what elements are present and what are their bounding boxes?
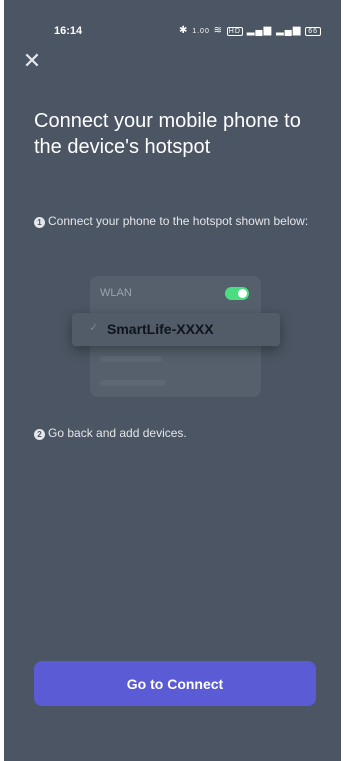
go-to-connect-button[interactable]: Go to Connect (34, 661, 316, 706)
hd-icon: HD (226, 27, 243, 36)
status-bar: 16:14 ✱ 1.00 ≋ HD ▂▄▆ ▂▄▆ 66 (4, 0, 341, 46)
step-text: Go back and add devices. (48, 426, 187, 440)
screen: 16:14 ✱ 1.00 ≋ HD ▂▄▆ ▂▄▆ 66 ✕ Connect y… (4, 0, 341, 761)
step-text: Connect your phone to the hotspot shown … (48, 214, 309, 228)
wlan-row: WLAN (90, 276, 261, 312)
status-icons: ✱ 1.00 ≋ HD ▂▄▆ ▂▄▆ 66 (179, 25, 321, 36)
step-2: 2 Go back and add devices. (34, 425, 314, 441)
check-icon: ✓ (89, 322, 99, 334)
step-number-badge: 2 (34, 429, 45, 440)
signal-icon: ▂▄▆ (246, 25, 273, 36)
toggle-knob (238, 289, 247, 298)
signal-icon: ▂▄▆ (275, 25, 302, 36)
hotspot-ssid-row: ✓ SmartLife-XXXX (72, 313, 280, 346)
wifi-icon: ≋ (213, 25, 224, 36)
battery-level: 66 (308, 28, 318, 35)
step-1: 1 Connect your phone to the hotspot shown… (34, 213, 314, 229)
data-speed-value: 1.00 (192, 28, 210, 35)
page-title: Connect your mobile phone to the device'… (34, 110, 301, 158)
bluetooth-icon: ✱ (179, 25, 189, 36)
placeholder-network-line (100, 380, 166, 386)
status-time: 16:14 (54, 25, 83, 37)
wlan-toggle (225, 287, 249, 300)
close-icon[interactable]: ✕ (21, 50, 43, 72)
placeholder-network-line (100, 356, 162, 362)
step-number-badge: 1 (34, 217, 45, 228)
hotspot-ssid: SmartLife-XXXX (107, 321, 214, 337)
battery-icon: 66 (305, 27, 321, 36)
wlan-label: WLAN (100, 287, 132, 299)
